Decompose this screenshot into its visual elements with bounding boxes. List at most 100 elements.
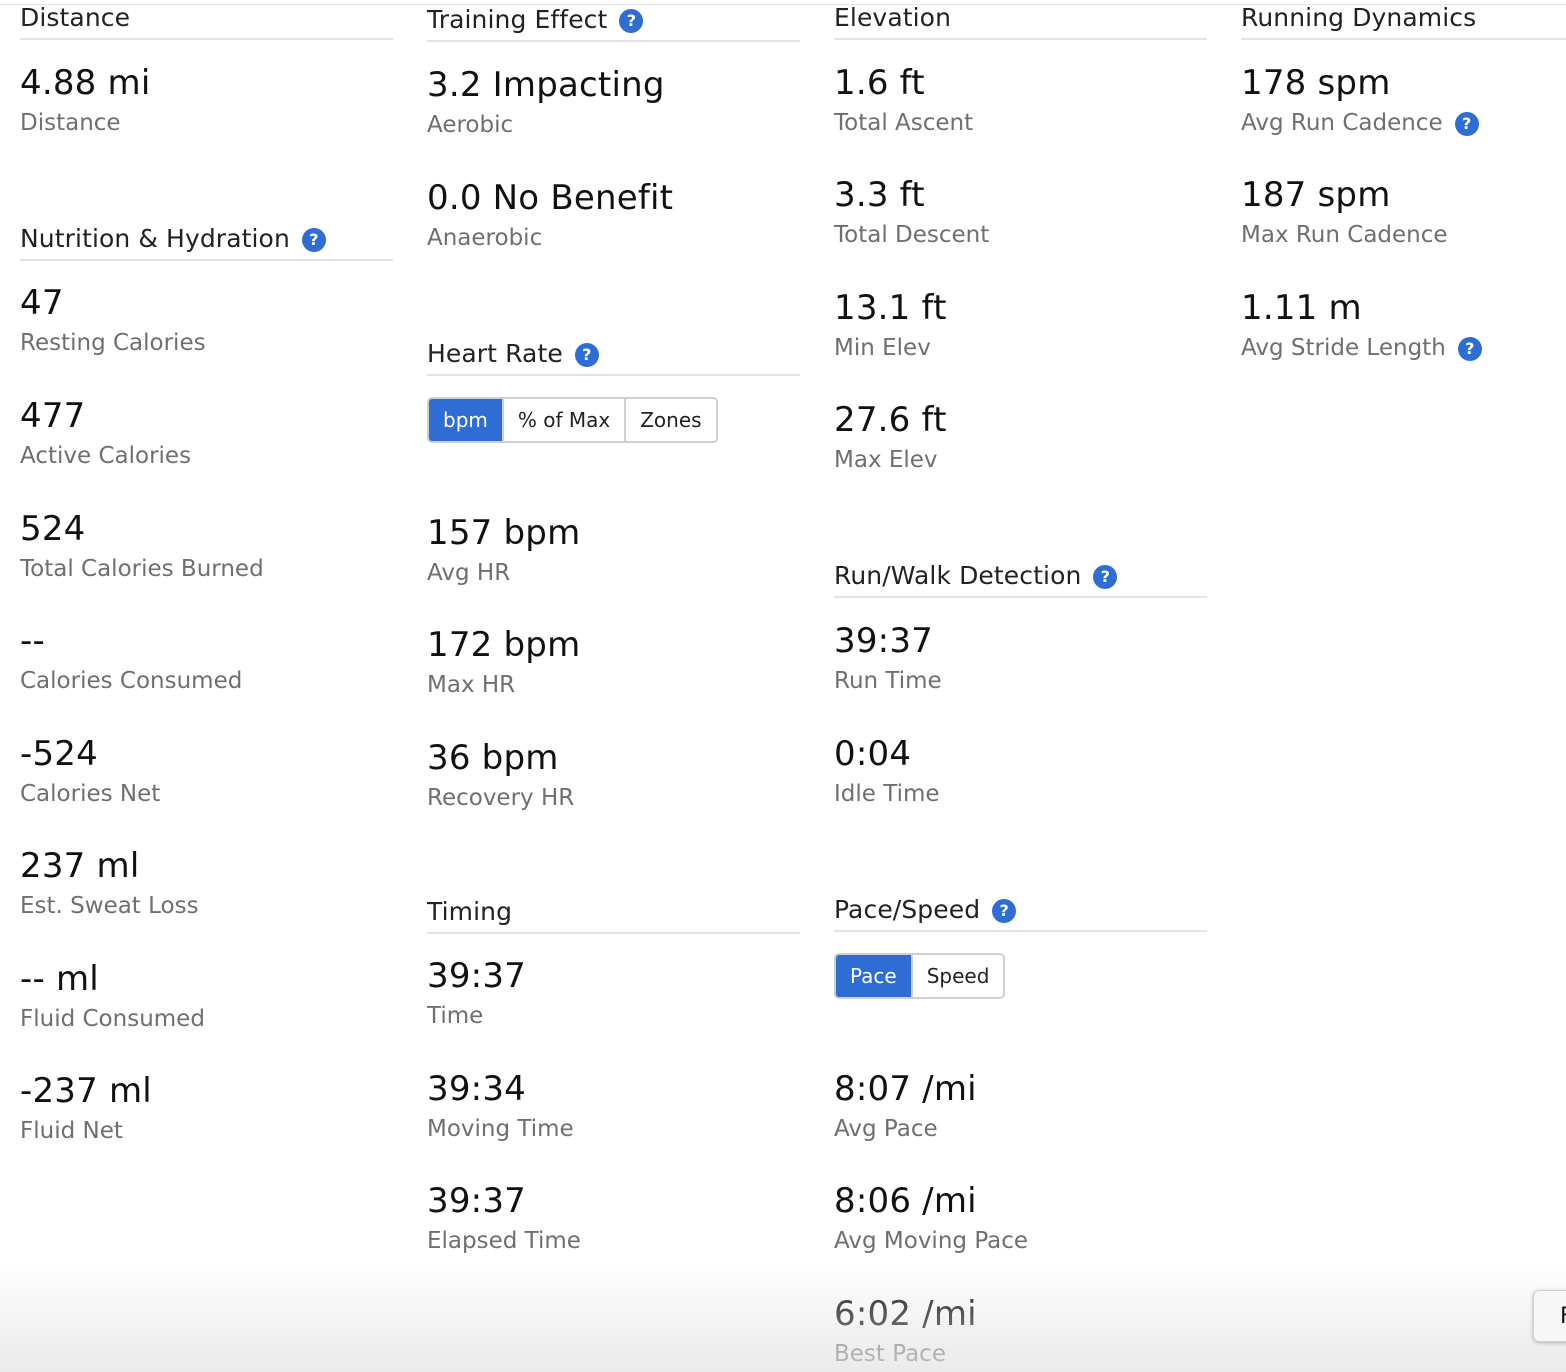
stat-value: -524 xyxy=(20,734,98,774)
section-distance: Distance xyxy=(20,0,393,40)
stat-calories-net: -524 Calories Net xyxy=(20,734,160,809)
help-icon[interactable]: ? xyxy=(1093,565,1118,589)
section-header: Timing xyxy=(427,894,800,934)
stat-value: 47 xyxy=(20,283,64,323)
toggle-percent-max[interactable]: % of Max xyxy=(503,399,627,441)
feedback-button[interactable]: F xyxy=(1533,1290,1566,1342)
stat-value: 237 ml xyxy=(20,846,140,886)
pace-speed-toggle: Pace Speed xyxy=(834,953,1006,999)
stat-label: Aerobic xyxy=(427,112,514,138)
section-title-text: Training Effect xyxy=(427,5,608,34)
stat-best-pace: 6:02 /mi Best Pace xyxy=(834,1294,977,1369)
stat-value: 3.2 Impacting xyxy=(427,65,665,105)
stat-value: 8:06 /mi xyxy=(834,1181,977,1221)
section-header: Pace/Speed? xyxy=(834,892,1207,932)
stat-label: Anaerobic xyxy=(427,225,543,251)
section-title: Running Dynamics xyxy=(1241,3,1477,32)
stat-label: Fluid Net xyxy=(20,1118,123,1144)
stat-label: Est. Sweat Loss xyxy=(20,893,199,919)
section-header: Running Dynamics xyxy=(1241,0,1566,40)
stat-label: Time xyxy=(427,1003,484,1029)
stat-label: Moving Time xyxy=(427,1116,574,1142)
section-title: Timing xyxy=(427,897,513,926)
section-title-text: Run/Walk Detection xyxy=(834,561,1082,590)
section-title: Pace/Speed? xyxy=(834,895,1017,925)
stat-label: Fluid Consumed xyxy=(20,1006,205,1032)
toggle-speed[interactable]: Speed xyxy=(912,955,1004,997)
stat-value: 27.6 ft xyxy=(834,400,947,440)
stat-label: Best Pace xyxy=(834,1341,946,1367)
section-title-text: Pace/Speed xyxy=(834,895,981,924)
help-icon[interactable]: ? xyxy=(1457,337,1482,361)
stat-max-hr: 172 bpm Max HR xyxy=(427,625,580,700)
stat-value: 4.88 mi xyxy=(20,63,151,103)
stat-label: Total Descent xyxy=(834,222,990,248)
help-icon[interactable]: ? xyxy=(1454,112,1479,136)
section-heart-rate: Heart Rate? xyxy=(427,336,800,376)
section-header: Distance xyxy=(20,0,393,40)
stat-value: 524 xyxy=(20,509,86,549)
section-elevation: Elevation xyxy=(834,0,1207,40)
stat-label: Calories Net xyxy=(20,781,161,807)
stat-avg-hr: 157 bpm Avg HR xyxy=(427,513,580,588)
toggle-bpm[interactable]: bpm xyxy=(429,399,504,441)
stat-avg-moving-pace: 8:06 /mi Avg Moving Pace xyxy=(834,1181,1028,1256)
toggle-zones[interactable]: Zones xyxy=(626,399,716,441)
section-title: Elevation xyxy=(834,3,952,32)
stat-label: Run Time xyxy=(834,668,942,694)
stat-value: -- ml xyxy=(20,959,99,999)
stat-label: Total Calories Burned xyxy=(20,556,264,582)
stat-value: 0.0 No Benefit xyxy=(427,178,674,218)
section-title: Training Effect? xyxy=(427,5,644,35)
section-title-text: Nutrition & Hydration xyxy=(20,224,290,253)
stat-value: 39:37 xyxy=(834,621,933,661)
stat-label: Elapsed Time xyxy=(427,1228,581,1254)
stat-label: Avg Pace xyxy=(834,1116,938,1142)
stat-total-ascent: 1.6 ft Total Ascent xyxy=(834,63,973,138)
help-icon[interactable]: ? xyxy=(992,899,1017,923)
stat-label: Distance xyxy=(20,110,121,136)
stat-total-calories: 524 Total Calories Burned xyxy=(20,509,264,584)
stat-label: Idle Time xyxy=(834,781,940,807)
help-icon[interactable]: ? xyxy=(619,9,644,33)
stat-active-calories: 477 Active Calories xyxy=(20,396,191,471)
stat-value: 39:37 xyxy=(427,1181,526,1221)
stat-value: 178 spm xyxy=(1241,63,1391,103)
stat-value: 172 bpm xyxy=(427,625,581,665)
stat-moving-time: 39:34 Moving Time xyxy=(427,1069,574,1144)
stat-label: Avg Run Cadence? xyxy=(1241,108,1479,138)
section-run-walk: Run/Walk Detection? xyxy=(834,558,1207,598)
stat-time: 39:37 Time xyxy=(427,956,526,1031)
stat-label: Max Run Cadence xyxy=(1241,222,1448,248)
stat-label: Resting Calories xyxy=(20,330,206,356)
stat-resting-calories: 47 Resting Calories xyxy=(20,283,206,358)
stat-value: -- xyxy=(20,621,45,661)
stat-value: 13.1 ft xyxy=(834,288,947,328)
stat-anaerobic: 0.0 No Benefit Anaerobic xyxy=(427,178,673,253)
stat-label: Min Elev xyxy=(834,335,931,361)
stat-recovery-hr: 36 bpm Recovery HR xyxy=(427,738,574,813)
stat-label: Avg Stride Length? xyxy=(1241,333,1482,363)
section-header: Heart Rate? xyxy=(427,336,800,376)
stat-label: Avg HR xyxy=(427,560,511,586)
stat-value: 477 xyxy=(20,396,86,436)
stat-value: 157 bpm xyxy=(427,513,581,553)
help-icon[interactable]: ? xyxy=(574,343,599,367)
heart-rate-unit-toggle: bpm % of Max Zones xyxy=(427,397,718,443)
stat-label: Max Elev xyxy=(834,447,938,473)
stat-label: Max HR xyxy=(427,672,516,698)
stat-calories-consumed: -- Calories Consumed xyxy=(20,621,242,696)
stat-label: Avg Moving Pace xyxy=(834,1228,1029,1254)
section-title-text: Heart Rate xyxy=(427,339,563,368)
stat-value: 8:07 /mi xyxy=(834,1069,977,1109)
section-training-effect: Training Effect? xyxy=(427,2,800,42)
help-icon[interactable]: ? xyxy=(301,228,326,252)
toggle-pace[interactable]: Pace xyxy=(836,955,913,997)
section-timing: Timing xyxy=(427,894,800,934)
stat-label: Recovery HR xyxy=(427,785,575,811)
stat-distance: 4.88 mi Distance xyxy=(20,63,150,138)
stat-value: 1.6 ft xyxy=(834,63,925,103)
stat-label: Active Calories xyxy=(20,443,192,469)
stat-value: 6:02 /mi xyxy=(834,1294,977,1334)
stat-fluid-consumed: -- ml Fluid Consumed xyxy=(20,959,205,1034)
